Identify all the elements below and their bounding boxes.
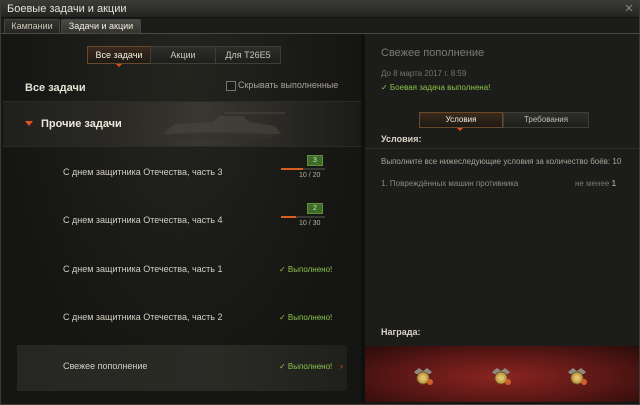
task-progress-text: 10 / 30 — [299, 220, 321, 227]
task-label: С днем защитника Отечества, часть 3 — [63, 167, 223, 177]
mission-filter-bar: Все задачи Акции Для T26E5 — [87, 46, 281, 67]
filter-promos-label: Акции — [170, 50, 196, 60]
task-completed-status: ✓ Выполнено! — [279, 313, 333, 322]
hide-completed-label: Скрывать выполненные — [238, 80, 339, 90]
list-heading: Все задачи — [25, 82, 86, 94]
task-progress-text: 10 / 20 — [299, 172, 321, 179]
tab-missions-and-promos[interactable]: Задачи и акции — [61, 19, 141, 33]
active-subtab-marker — [457, 128, 463, 131]
task-detail-pane: Свежее пополнение До 8 марта 2017 г. 8:5… — [365, 34, 639, 402]
filter-all-label: Все задачи — [95, 50, 143, 60]
condition-row: 1. Повреждённых машин противника не мене… — [381, 179, 629, 191]
task-row[interactable]: С днем защитника Отечества, часть 4 2 10… — [17, 199, 347, 245]
condition-text: 1. Повреждённых машин противника — [381, 179, 519, 188]
task-progress-fill — [281, 168, 303, 170]
active-filter-marker — [116, 64, 122, 67]
divider — [365, 148, 639, 149]
chevron-right-icon: › — [340, 361, 343, 371]
credits-reserve-icon[interactable] — [411, 366, 435, 386]
requirement-value: 1 — [611, 179, 617, 188]
tab-campaigns-label: Кампании — [11, 21, 53, 31]
task-row[interactable]: С днем защитника Отечества, часть 2 ✓ Вы… — [17, 296, 347, 342]
task-row[interactable]: С днем защитника Отечества, часть 3 3 10… — [17, 151, 347, 197]
missions-window: Боевые задачи и акции ✕ Кампании Задачи … — [0, 0, 640, 405]
collapse-chevron-icon[interactable] — [25, 121, 33, 126]
filter-promos[interactable]: Акции — [150, 46, 216, 64]
credits-reserve-icon[interactable] — [565, 366, 589, 386]
task-label: С днем защитника Отечества, часть 1 — [63, 264, 223, 274]
task-progress-bar — [281, 168, 325, 170]
reward-heading: Награда: — [381, 327, 421, 337]
filter-for-vehicle[interactable]: Для T26E5 — [215, 46, 281, 64]
tab-conditions[interactable]: Условия — [419, 112, 503, 128]
task-detail-title: Свежее пополнение — [381, 47, 485, 59]
task-progress-fill — [281, 216, 296, 218]
credits-reserve-icon[interactable] — [489, 366, 513, 386]
task-deadline: До 8 марта 2017 г. 8:59 — [381, 69, 467, 78]
tab-campaigns[interactable]: Кампании — [4, 19, 60, 33]
hide-completed-checkbox[interactable] — [226, 81, 236, 91]
conditions-intro: Выполните все нижеследующие условия за к… — [381, 157, 622, 166]
task-row-selected[interactable]: Свежее пополнение ✓ Выполнено! › — [17, 345, 347, 391]
conditions-heading: Условия: — [381, 134, 422, 144]
category-header[interactable]: Прочие задачи — [3, 101, 361, 147]
detail-subtabs: Условия Требования — [419, 112, 589, 131]
reward-band — [365, 346, 639, 402]
level-badge: 2 — [307, 203, 323, 214]
title-bar: Боевые задачи и акции ✕ — [1, 1, 639, 18]
task-completed-status: ✓ Выполнено! — [279, 362, 333, 371]
window-title: Боевые задачи и акции — [7, 3, 127, 15]
task-status: ✓ Боевая задача выполнена! — [381, 83, 491, 92]
requirement-prefix: не менее — [575, 179, 610, 188]
missions-list-pane: Все задачи Акции Для T26E5 Все задачи Ск… — [3, 34, 361, 402]
tab-requirements-label: Требования — [523, 115, 569, 124]
task-completed-status: ✓ Выполнено! — [279, 265, 333, 274]
close-icon[interactable]: ✕ — [623, 3, 635, 15]
level-badge: 3 — [307, 155, 323, 166]
tab-conditions-label: Условия — [445, 115, 477, 124]
filter-vehicle-label: Для T26E5 — [225, 50, 271, 60]
task-progress-bar — [281, 216, 325, 218]
tank-illustration — [163, 112, 285, 140]
task-label: С днем защитника Отечества, часть 4 — [63, 215, 223, 225]
task-row[interactable]: С днем защитника Отечества, часть 1 ✓ Вы… — [17, 248, 347, 294]
condition-requirement: не менее 1 — [575, 179, 616, 188]
category-label: Прочие задачи — [41, 118, 122, 130]
tab-missions-label: Задачи и акции — [68, 21, 134, 31]
filter-all-missions[interactable]: Все задачи — [87, 46, 151, 64]
tab-requirements[interactable]: Требования — [503, 112, 589, 128]
task-label: Свежее пополнение — [63, 361, 148, 371]
main-tabs: Кампании Задачи и акции — [1, 18, 639, 34]
task-label: С днем защитника Отечества, часть 2 — [63, 312, 223, 322]
